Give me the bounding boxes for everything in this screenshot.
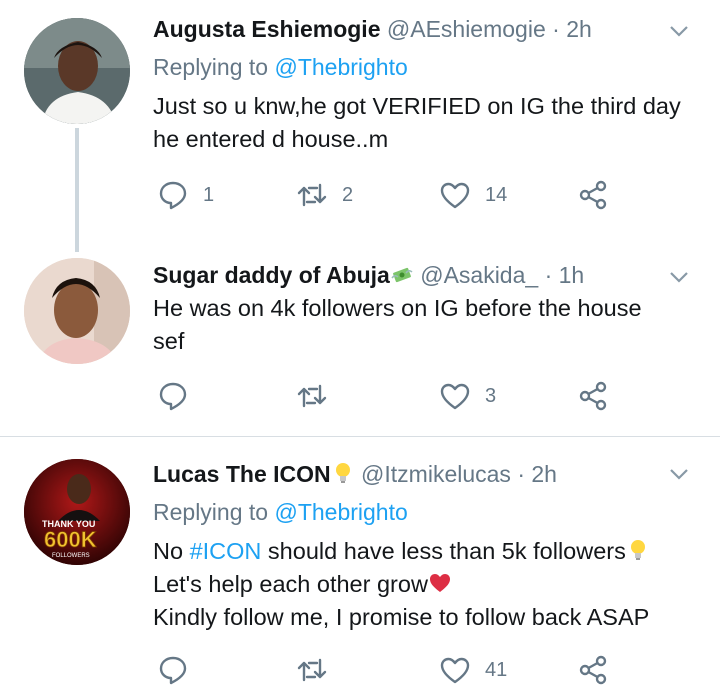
text-line: Kindly follow me, I promise to follow ba… bbox=[153, 604, 650, 630]
reply-button[interactable] bbox=[157, 376, 203, 416]
like-button[interactable]: 3 bbox=[439, 376, 496, 416]
share-button[interactable] bbox=[577, 376, 609, 416]
text-line: he entered d house..m bbox=[153, 126, 389, 152]
tweet-2[interactable]: Sugar daddy of Abuja @Asakida_ · 1h He w… bbox=[0, 250, 720, 436]
separator: · bbox=[544, 262, 553, 288]
heart-icon bbox=[440, 182, 470, 209]
replying-label: Replying to bbox=[153, 54, 269, 80]
avatar[interactable] bbox=[24, 258, 130, 364]
text-line: Just so u knw,he got VERIFIED on IG the … bbox=[153, 93, 681, 119]
avatar-text-big: 600K bbox=[44, 527, 97, 552]
text-line: He was on 4k followers on IG before the … bbox=[153, 295, 642, 321]
tweet-text: No #ICON should have less than 5k follow… bbox=[153, 535, 703, 634]
tweet-text: Just so u knw,he got VERIFIED on IG the … bbox=[153, 90, 703, 156]
replying-to: Replying to @Thebrighto bbox=[153, 497, 408, 527]
display-name[interactable]: Lucas The ICON bbox=[153, 461, 331, 487]
heart-icon bbox=[440, 657, 470, 684]
red-heart-icon bbox=[429, 574, 450, 592]
reply-button[interactable] bbox=[157, 650, 203, 690]
like-count: 14 bbox=[485, 183, 508, 206]
user-handle[interactable]: @Itzmikelucas bbox=[361, 461, 511, 487]
separator: · bbox=[552, 16, 560, 42]
user-handle[interactable]: @Asakida_ bbox=[420, 262, 538, 288]
retweet-icon bbox=[297, 384, 327, 408]
text-line: No #ICON should have less than 5k follow… bbox=[153, 535, 703, 568]
retweet-button[interactable] bbox=[296, 650, 342, 690]
separator: · bbox=[517, 461, 525, 487]
avatar[interactable]: THANK YOU 600K FOLLOWERS bbox=[24, 459, 130, 565]
text-segment: No bbox=[153, 538, 190, 564]
share-button[interactable] bbox=[577, 175, 609, 215]
chevron-down-icon[interactable] bbox=[666, 18, 692, 44]
avatar[interactable] bbox=[24, 18, 130, 124]
action-bar: 1 2 14 bbox=[153, 175, 623, 215]
text-line: sef bbox=[153, 328, 185, 354]
money-with-wings-icon bbox=[391, 267, 413, 283]
avatar-text-bottom: FOLLOWERS bbox=[52, 553, 90, 559]
like-button[interactable]: 41 bbox=[439, 650, 507, 690]
share-button[interactable] bbox=[577, 650, 609, 690]
light-bulb-icon bbox=[630, 540, 645, 560]
share-icon bbox=[579, 655, 607, 685]
retweet-button[interactable]: 2 bbox=[296, 175, 353, 215]
user-handle[interactable]: @AEshiemogie bbox=[387, 16, 546, 42]
retweet-button[interactable] bbox=[296, 376, 342, 416]
text-segment: Let's help each other grow bbox=[153, 571, 428, 597]
reply-icon bbox=[159, 656, 187, 685]
display-name[interactable]: Augusta Eshiemogie bbox=[153, 16, 380, 42]
display-name[interactable]: Sugar daddy of Abuja bbox=[153, 262, 390, 288]
replying-handle-link[interactable]: @Thebrighto bbox=[274, 54, 407, 80]
like-count: 3 bbox=[485, 384, 497, 407]
tweet-text: He was on 4k followers on IG before the … bbox=[153, 292, 703, 358]
reply-icon bbox=[159, 382, 187, 411]
reply-count: 1 bbox=[203, 183, 215, 206]
light-bulb-icon bbox=[335, 463, 350, 483]
reply-button[interactable]: 1 bbox=[157, 175, 214, 215]
tweet-header: Lucas The ICON @Itzmikelucas · 2h bbox=[153, 459, 650, 489]
text-line: Let's help each other grow bbox=[153, 568, 703, 601]
retweet-icon bbox=[297, 658, 327, 682]
action-bar: 3 bbox=[153, 376, 623, 416]
action-bar: 41 bbox=[153, 650, 623, 690]
share-icon bbox=[579, 381, 607, 411]
like-button[interactable]: 14 bbox=[439, 175, 507, 215]
timestamp[interactable]: 1h bbox=[559, 262, 585, 288]
tweet-1[interactable]: Augusta Eshiemogie @AEshiemogie · 2h Rep… bbox=[0, 0, 720, 252]
thread-line bbox=[75, 128, 79, 252]
text-segment: should have less than 5k followers bbox=[261, 538, 626, 564]
share-icon bbox=[579, 180, 607, 210]
hashtag-link[interactable]: #ICON bbox=[190, 538, 262, 564]
chevron-down-icon[interactable] bbox=[666, 461, 692, 487]
retweet-icon bbox=[297, 183, 327, 207]
chevron-down-icon[interactable] bbox=[666, 264, 692, 290]
tweet-header: Sugar daddy of Abuja @Asakida_ · 1h bbox=[153, 260, 650, 290]
like-count: 41 bbox=[485, 658, 508, 681]
replying-label: Replying to bbox=[153, 499, 269, 525]
timestamp[interactable]: 2h bbox=[566, 16, 592, 42]
tweet-header: Augusta Eshiemogie @AEshiemogie · 2h bbox=[153, 14, 650, 44]
replying-to: Replying to @Thebrighto bbox=[153, 52, 408, 82]
reply-icon bbox=[159, 181, 187, 210]
timestamp[interactable]: 2h bbox=[531, 461, 557, 487]
replying-handle-link[interactable]: @Thebrighto bbox=[274, 499, 407, 525]
heart-icon bbox=[440, 383, 470, 410]
tweet-3[interactable]: THANK YOU 600K FOLLOWERS Lucas The ICON … bbox=[0, 437, 720, 690]
retweet-count: 2 bbox=[342, 183, 354, 206]
